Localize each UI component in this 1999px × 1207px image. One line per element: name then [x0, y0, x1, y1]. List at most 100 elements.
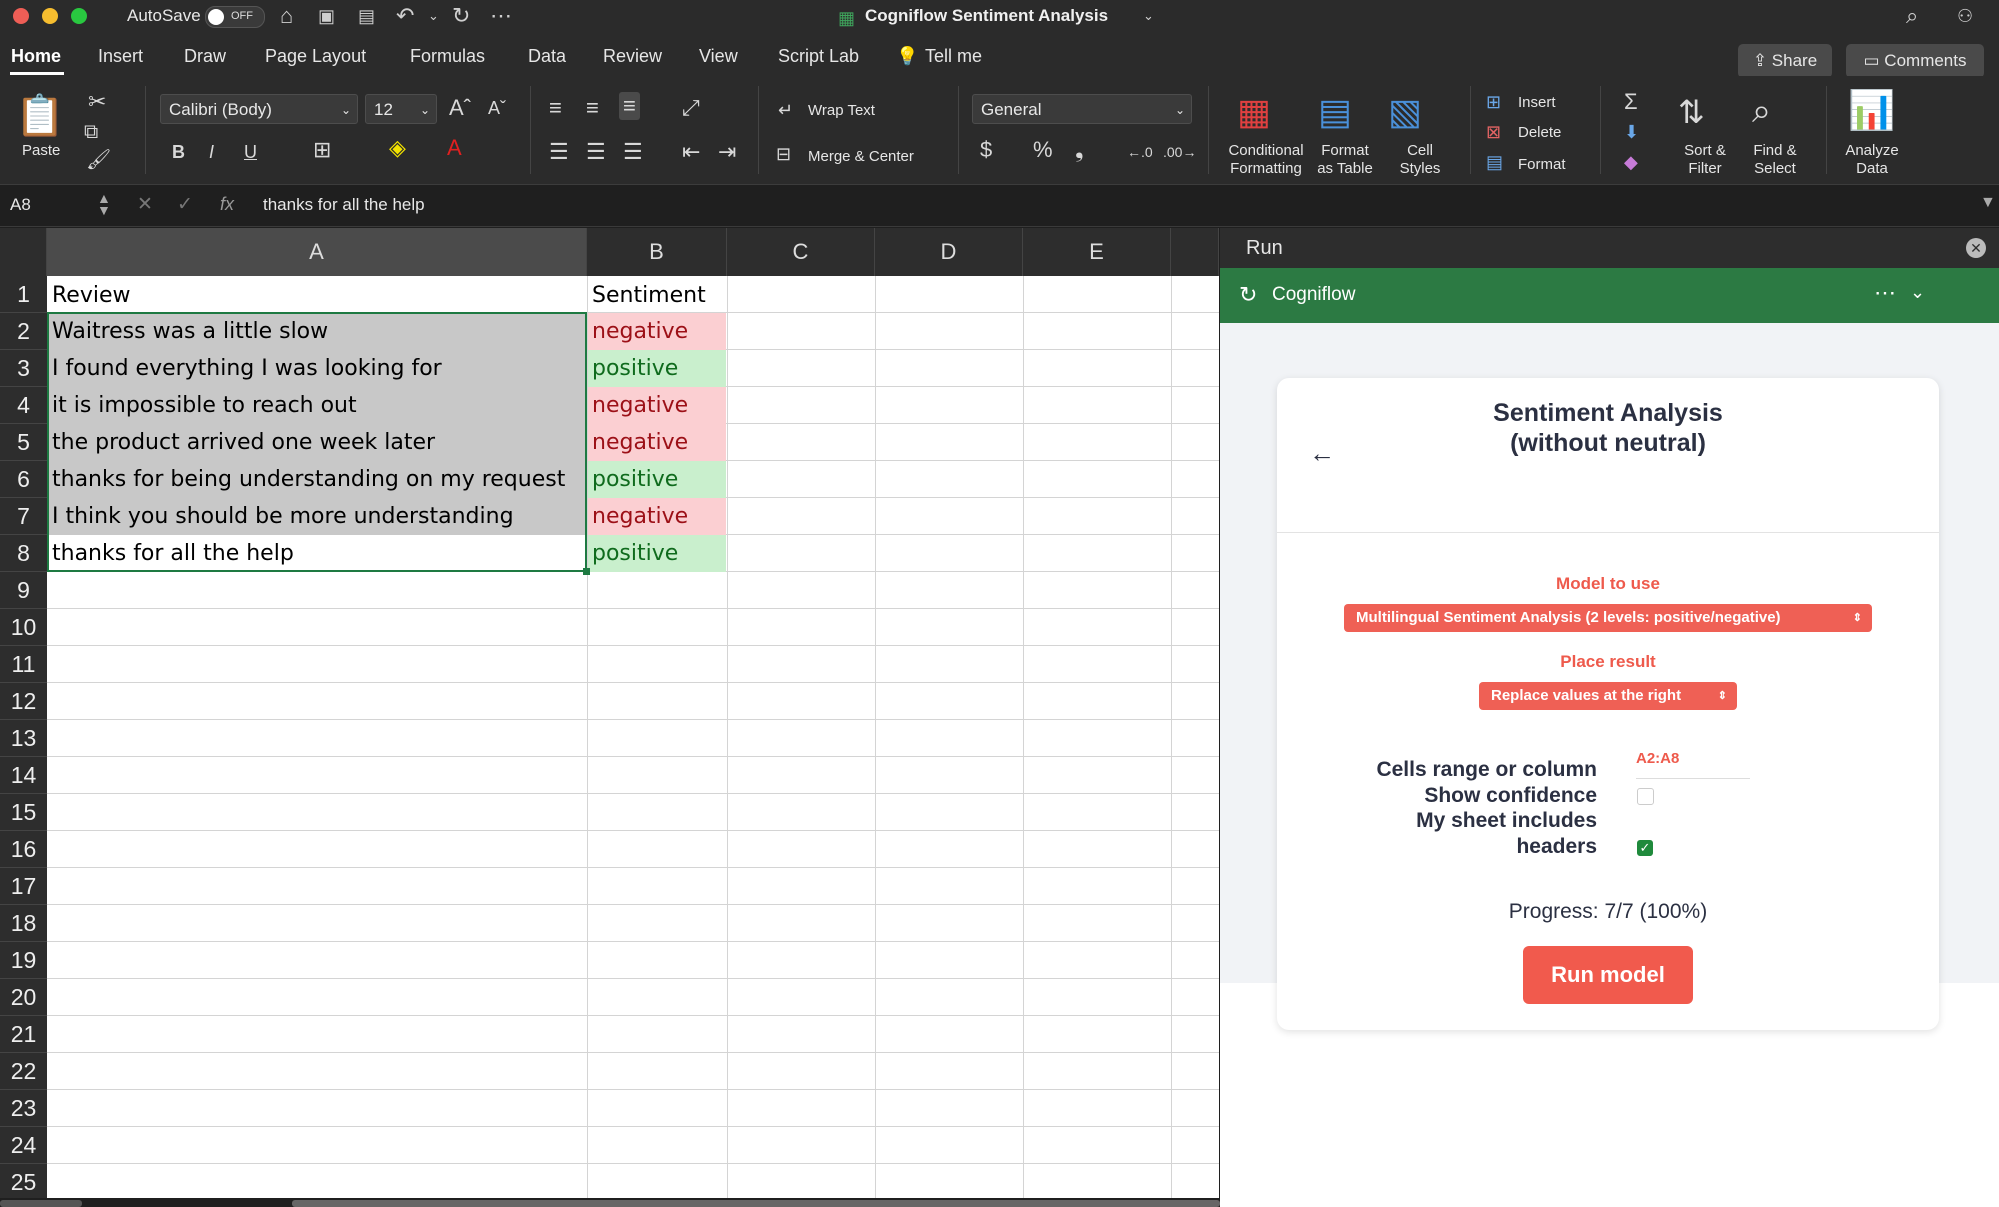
- cut-icon[interactable]: ✂: [88, 90, 106, 114]
- row-header[interactable]: 2: [0, 313, 47, 350]
- show-confidence-checkbox[interactable]: [1637, 788, 1654, 805]
- model-select[interactable]: Multilingual Sentiment Analysis (2 level…: [1344, 604, 1872, 632]
- name-box-stepper-icon[interactable]: ▲ ▼: [97, 191, 111, 217]
- undo-icon[interactable]: ↶: [396, 2, 414, 30]
- align-right-icon[interactable]: ☰: [623, 140, 643, 164]
- row-header[interactable]: 1: [0, 276, 47, 313]
- redo-icon[interactable]: ↻: [452, 2, 470, 30]
- close-pane-icon[interactable]: ✕: [1966, 238, 1986, 258]
- decrease-indent-icon[interactable]: ⇤: [682, 140, 700, 164]
- align-bottom-icon[interactable]: ≡: [619, 92, 640, 120]
- sentiment-cell[interactable]: positive: [588, 461, 726, 498]
- addin-collapse-icon[interactable]: ⌄: [1910, 282, 1925, 303]
- comments-button[interactable]: ▭ Comments: [1846, 44, 1984, 78]
- account-icon[interactable]: ⚇: [1957, 2, 1973, 30]
- row-header[interactable]: 5: [0, 424, 47, 461]
- back-arrow-icon[interactable]: ←: [1309, 438, 1335, 469]
- refresh-icon[interactable]: ↻: [1239, 282, 1257, 308]
- tab-home[interactable]: Home: [11, 46, 61, 67]
- row-header[interactable]: 21: [0, 1016, 47, 1053]
- merge-center-button[interactable]: Merge & Center: [808, 148, 914, 166]
- row-header[interactable]: 23: [0, 1090, 47, 1127]
- tab-page-layout[interactable]: Page Layout: [265, 46, 366, 67]
- row-header[interactable]: 9: [0, 572, 47, 609]
- tab-formulas[interactable]: Formulas: [410, 46, 485, 67]
- increase-indent-icon[interactable]: ⇥: [718, 140, 736, 164]
- fill-handle[interactable]: [583, 568, 590, 575]
- tab-review[interactable]: Review: [603, 46, 662, 67]
- tab-view[interactable]: View: [699, 46, 738, 67]
- insert-cells-button[interactable]: Insert: [1518, 94, 1556, 112]
- percent-icon[interactable]: %: [1033, 138, 1053, 162]
- align-top-icon[interactable]: ≡: [549, 96, 562, 120]
- decrease-decimal-icon[interactable]: .00→: [1163, 140, 1196, 164]
- fill-color-icon[interactable]: ◈: [389, 136, 406, 160]
- close-window-button[interactable]: [13, 8, 29, 24]
- clear-icon[interactable]: ◆: [1624, 150, 1638, 174]
- header-cell-sentiment[interactable]: Sentiment: [588, 277, 726, 314]
- column-header-d[interactable]: D: [875, 228, 1023, 276]
- row-header[interactable]: 25: [0, 1164, 47, 1201]
- row-header[interactable]: 17: [0, 868, 47, 905]
- run-model-button[interactable]: Run model: [1523, 946, 1693, 1004]
- currency-icon[interactable]: $: [980, 138, 992, 162]
- decrease-font-icon[interactable]: Aˇ: [488, 96, 506, 120]
- row-header[interactable]: 8: [0, 535, 47, 572]
- title-dropdown-icon[interactable]: ⌄: [1143, 2, 1154, 30]
- bold-button[interactable]: B: [172, 140, 185, 164]
- find-select-icon[interactable]: ⌕: [1752, 92, 1771, 130]
- number-format-select[interactable]: General ⌄: [972, 94, 1192, 124]
- scrollbar-thumb[interactable]: [292, 1200, 1220, 1207]
- horizontal-scrollbar[interactable]: [0, 1198, 1220, 1207]
- row-header[interactable]: 3: [0, 350, 47, 387]
- minimize-window-button[interactable]: [42, 8, 58, 24]
- analyze-data-icon[interactable]: 📊: [1848, 90, 1895, 132]
- format-as-table-icon[interactable]: ▤: [1318, 92, 1352, 132]
- save-icon[interactable]: ▣: [318, 2, 335, 30]
- row-header[interactable]: 22: [0, 1053, 47, 1090]
- row-header[interactable]: 7: [0, 498, 47, 535]
- save-as-icon[interactable]: ▤: [358, 2, 375, 30]
- select-all-corner[interactable]: [0, 228, 47, 276]
- formula-input[interactable]: thanks for all the help: [263, 195, 425, 215]
- row-header[interactable]: 13: [0, 720, 47, 757]
- row-header[interactable]: 11: [0, 646, 47, 683]
- autosum-icon[interactable]: Σ: [1624, 90, 1638, 114]
- enter-icon[interactable]: ✓: [177, 193, 193, 216]
- font-size-select[interactable]: 12 ⌄: [365, 94, 437, 124]
- tab-script-lab[interactable]: Script Lab: [778, 46, 859, 67]
- row-header[interactable]: 4: [0, 387, 47, 424]
- column-header-e[interactable]: E: [1023, 228, 1171, 276]
- share-button[interactable]: ⇪ Share: [1738, 44, 1832, 78]
- headers-checkbox[interactable]: ✓: [1637, 840, 1653, 856]
- format-painter-icon[interactable]: 🖌: [86, 148, 111, 172]
- column-header-b[interactable]: B: [587, 228, 727, 276]
- sort-filter-icon[interactable]: ⇅: [1678, 94, 1705, 130]
- row-header[interactable]: 24: [0, 1127, 47, 1164]
- row-header[interactable]: 20: [0, 979, 47, 1016]
- row-header[interactable]: 10: [0, 609, 47, 646]
- conditional-formatting-icon[interactable]: ▦: [1237, 92, 1271, 132]
- paste-icon[interactable]: 📋: [15, 94, 65, 138]
- header-cell-review[interactable]: Review: [48, 277, 586, 314]
- addin-more-icon[interactable]: ⋯: [1874, 280, 1896, 306]
- tab-draw[interactable]: Draw: [184, 46, 226, 67]
- align-left-icon[interactable]: ☰: [549, 140, 569, 164]
- search-icon[interactable]: ⌕: [1906, 2, 1918, 30]
- undo-dropdown-icon[interactable]: ⌄: [428, 2, 439, 30]
- row-header[interactable]: 6: [0, 461, 47, 498]
- column-header-f[interactable]: [1171, 228, 1219, 276]
- borders-icon[interactable]: ⊞: [313, 138, 331, 162]
- increase-decimal-icon[interactable]: ←.0: [1127, 140, 1153, 164]
- more-icon[interactable]: ⋯: [490, 2, 512, 30]
- row-header[interactable]: 18: [0, 905, 47, 942]
- spreadsheet-grid[interactable]: A B C D E 1 2 3 4 5 6 7 8 9 10 11 12 13 14 15 16 17 18 19 2…: [0, 228, 1219, 1207]
- format-cells-button[interactable]: Format: [1518, 156, 1566, 174]
- row-header[interactable]: 15: [0, 794, 47, 831]
- column-header-a[interactable]: A: [47, 228, 587, 276]
- sheet-tab-area[interactable]: [0, 1200, 82, 1207]
- align-center-icon[interactable]: ☰: [586, 140, 606, 164]
- row-header[interactable]: 16: [0, 831, 47, 868]
- wrap-text-button[interactable]: Wrap Text: [808, 102, 875, 120]
- sentiment-cell[interactable]: negative: [588, 424, 726, 461]
